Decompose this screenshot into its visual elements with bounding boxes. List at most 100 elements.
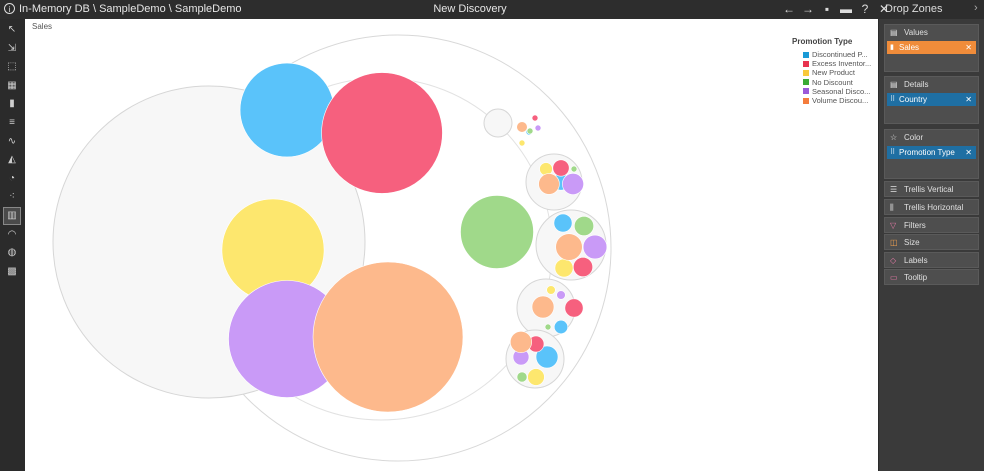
legend-item[interactable]: Seasonal Disco...	[803, 87, 872, 96]
table-chart-icon[interactable]: ▦	[4, 78, 20, 94]
data-bubble[interactable]	[239, 62, 335, 158]
legend-label: Seasonal Disco...	[812, 86, 871, 96]
values-icon: ▤	[890, 28, 898, 37]
data-bubble[interactable]	[516, 371, 528, 383]
details-zone-label: Details	[904, 80, 929, 89]
trellis-vertical-label: Trellis Vertical	[904, 185, 954, 194]
data-bubble[interactable]	[527, 368, 545, 386]
data-bubble[interactable]	[460, 195, 534, 269]
tooltip-zone[interactable]: ▭ Tooltip	[884, 269, 979, 285]
data-bubble[interactable]	[572, 256, 594, 278]
remove-promotion-type-icon[interactable]: ✕	[965, 146, 972, 159]
values-zone[interactable]: ▤ Values ▮ Sales ✕	[884, 24, 979, 72]
title-bar-actions: ← → ▪ ▬ ? ✕	[783, 2, 890, 16]
legend-label: New Product	[812, 68, 855, 78]
legend-label: Excess Inventor...	[812, 59, 872, 69]
filters-label: Filters	[904, 221, 926, 230]
column-chart-icon[interactable]: ▮	[4, 96, 20, 112]
legend-item[interactable]: Volume Discou...	[803, 96, 872, 105]
sales-chip[interactable]: ▮ Sales ✕	[887, 41, 976, 54]
chevron-right-icon[interactable]: ›	[974, 2, 978, 14]
trellis-horizontal-zone[interactable]: ⫼ Trellis Horizontal	[884, 199, 979, 215]
print-icon[interactable]: ▬	[840, 2, 852, 16]
select-tool-icon[interactable]: ↖	[4, 22, 20, 38]
line-chart-icon[interactable]: ∿	[4, 134, 20, 150]
size-icon: ◫	[890, 238, 898, 247]
labels-label: Labels	[904, 256, 928, 265]
data-bubble[interactable]	[509, 330, 533, 354]
legend-swatch	[803, 51, 809, 58]
color-zone-label: Color	[904, 133, 924, 142]
area-chart-icon[interactable]: ◭	[4, 152, 20, 168]
back-arrow-icon[interactable]: ←	[783, 2, 795, 16]
grid-chart-icon[interactable]: ▩	[4, 264, 20, 280]
filter-select-icon[interactable]: ⬚	[4, 59, 20, 75]
legend: Promotion Type Discontinued P... Excess I…	[792, 37, 872, 105]
data-bubble[interactable]	[531, 114, 539, 122]
data-bubble[interactable]	[555, 233, 583, 261]
drag-handle-icon: ⠿	[890, 96, 896, 103]
data-bubble[interactable]	[544, 323, 552, 331]
forward-arrow-icon[interactable]: →	[802, 2, 814, 16]
promotion-type-chip[interactable]: ⠿ Promotion Type ✕	[887, 146, 976, 159]
bubble-chart	[52, 34, 612, 462]
help-icon[interactable]: ?	[859, 2, 871, 16]
drill-tool-icon[interactable]: ⇲	[4, 41, 20, 57]
legend-label: Volume Discou...	[812, 96, 869, 106]
pie-chart-icon[interactable]: ◔	[4, 171, 20, 187]
legend-item[interactable]: No Discount	[803, 78, 872, 87]
legend-item[interactable]: Discontinued P...	[803, 50, 872, 59]
color-zone[interactable]: ☆ Color ⠿ Promotion Type ✕	[884, 129, 979, 179]
data-bubble[interactable]	[321, 72, 443, 194]
map-chart-icon[interactable]: ◍	[4, 245, 20, 261]
bar-chart-icon[interactable]: ≡	[4, 115, 20, 131]
legend-label: Discontinued P...	[812, 50, 868, 60]
data-bubble[interactable]	[554, 258, 574, 278]
legend-item[interactable]: Excess Inventor...	[803, 59, 872, 68]
size-zone[interactable]: ◫ Size	[884, 234, 979, 250]
details-zone[interactable]: ▤ Details ⠿ Country ✕	[884, 76, 979, 124]
sales-chip-label: Sales	[899, 43, 920, 52]
labels-zone[interactable]: ◇ Labels	[884, 252, 979, 268]
data-bubble[interactable]	[552, 159, 570, 177]
filter-icon: ▽	[890, 221, 897, 230]
legend-swatch	[803, 60, 809, 67]
data-bubble[interactable]	[538, 173, 560, 195]
measure-icon: ▮	[890, 44, 894, 51]
data-bubble[interactable]	[312, 261, 464, 413]
color-icon: ☆	[890, 133, 898, 142]
chart-canvas: Sales Promotion Type Discontinued P... Ex…	[25, 19, 878, 471]
data-bubble[interactable]	[553, 319, 569, 335]
data-bubble[interactable]	[556, 290, 566, 300]
country-group-bubble[interactable]	[483, 108, 513, 138]
save-icon[interactable]: ▪	[821, 2, 833, 16]
legend-title: Promotion Type	[792, 37, 853, 46]
data-bubble[interactable]	[562, 173, 584, 195]
country-chip[interactable]: ⠿ Country ✕	[887, 93, 976, 106]
data-bubble[interactable]	[570, 165, 578, 173]
drag-handle-icon: ⠿	[890, 149, 896, 156]
chart-type-toolbar: ↖ ⇲ ⬚ ▦ ▮ ≡ ∿ ◭ ◔ ⁖ ▥ ◠ ◍ ▩	[0, 19, 24, 471]
data-bubble[interactable]	[516, 121, 528, 133]
tooltip-label: Tooltip	[904, 273, 928, 282]
data-bubble[interactable]	[564, 298, 584, 318]
data-bubble[interactable]	[526, 127, 534, 135]
filters-zone[interactable]: ▽ Filters	[884, 217, 979, 233]
data-bubble[interactable]	[582, 234, 608, 260]
data-bubble[interactable]	[573, 215, 595, 237]
legend-label: No Discount	[812, 77, 853, 87]
trellis-vertical-zone[interactable]: ☰ Trellis Vertical	[884, 181, 979, 197]
data-bubble[interactable]	[553, 213, 573, 233]
legend-swatch	[803, 88, 809, 95]
scatter-chart-icon[interactable]: ⁖	[4, 189, 20, 205]
gauge-chart-icon[interactable]: ◠	[4, 227, 20, 243]
remove-country-icon[interactable]: ✕	[965, 93, 972, 106]
treemap-chart-icon[interactable]: ▥	[3, 207, 21, 225]
data-bubble[interactable]	[534, 124, 542, 132]
data-bubble[interactable]	[546, 285, 556, 295]
drop-zones-title: Drop Zones	[885, 3, 943, 15]
legend-item[interactable]: New Product	[803, 68, 872, 77]
data-bubble[interactable]	[518, 139, 526, 147]
remove-sales-icon[interactable]: ✕	[965, 41, 972, 54]
data-bubble[interactable]	[531, 295, 555, 319]
